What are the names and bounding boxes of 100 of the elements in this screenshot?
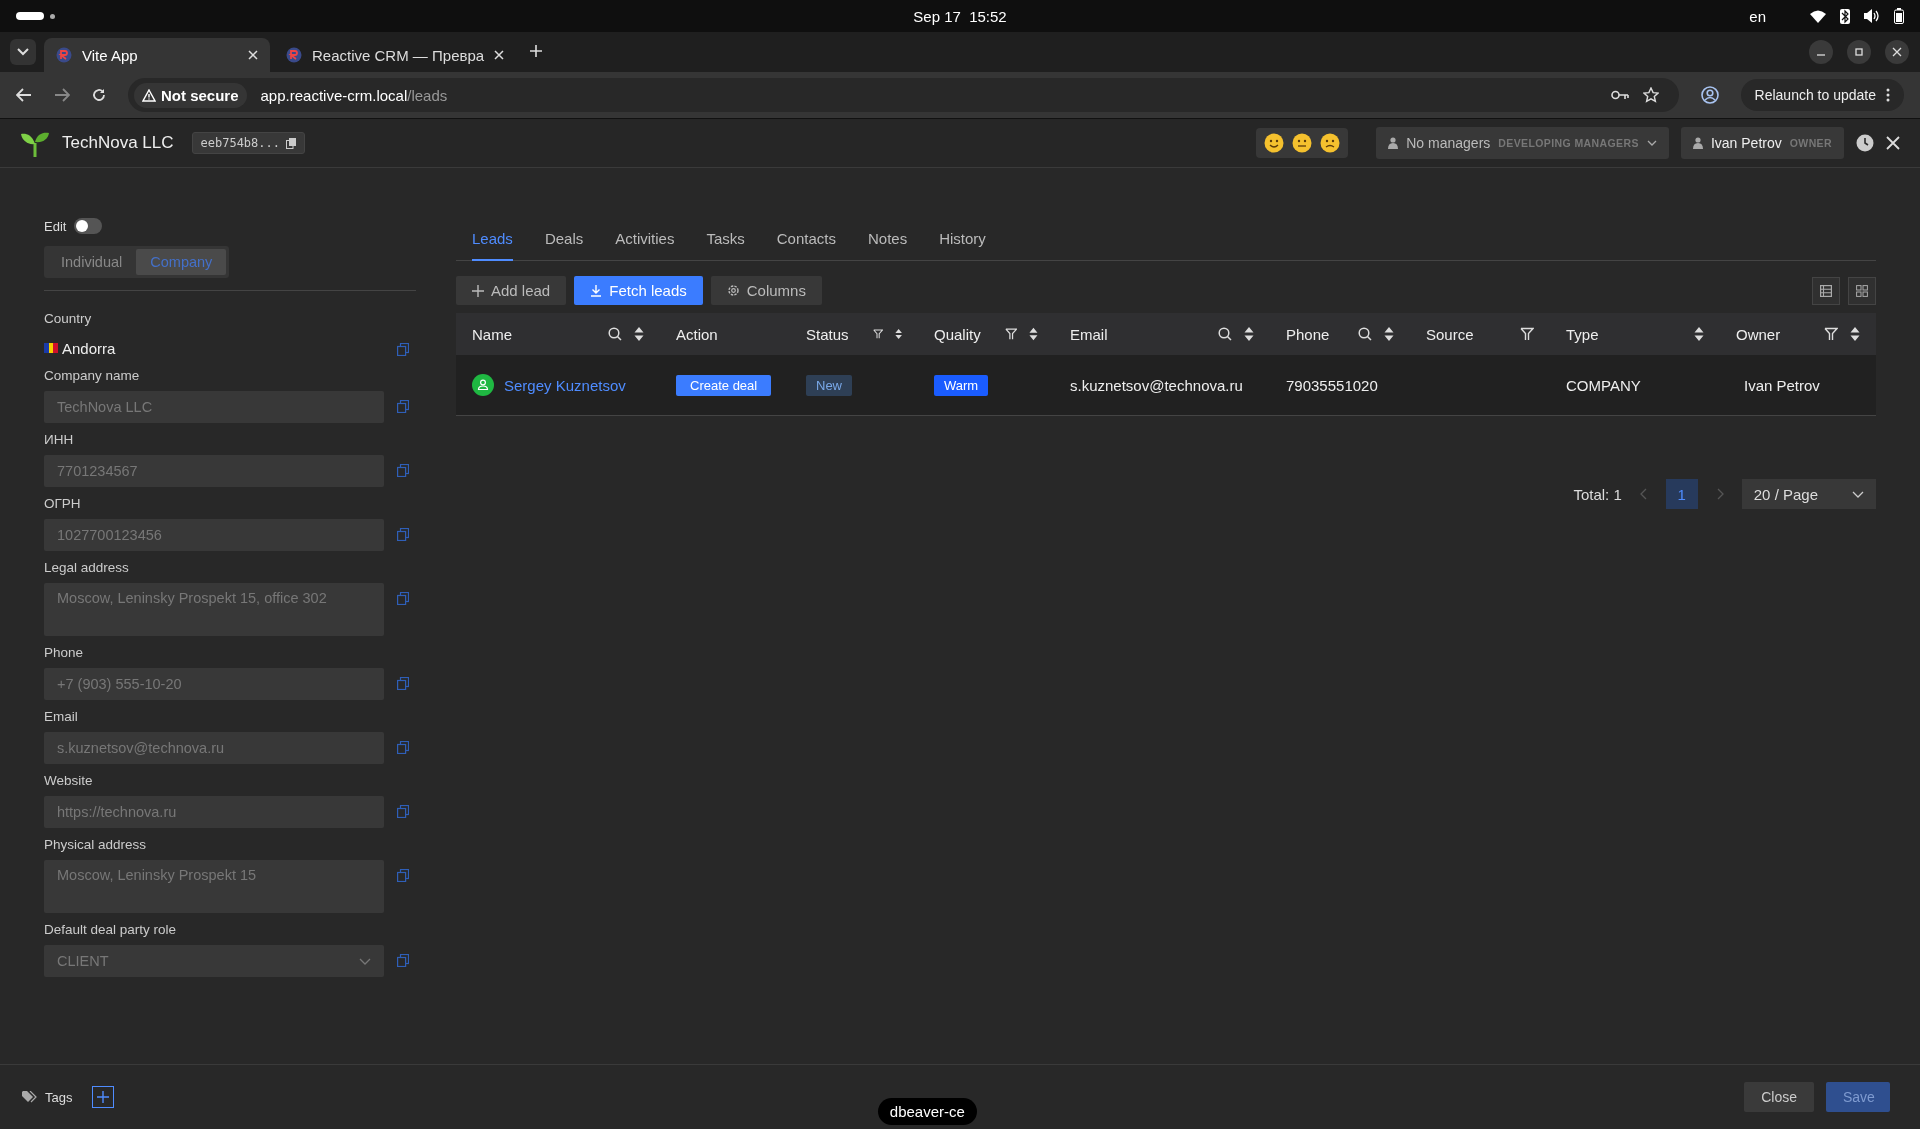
battery-icon[interactable] bbox=[1894, 8, 1904, 24]
field-label: Phone bbox=[44, 645, 85, 660]
language-indicator[interactable]: en bbox=[1749, 7, 1766, 25]
tab[interactable]: History bbox=[939, 220, 986, 261]
add-button[interactable]: Add lead bbox=[456, 276, 567, 305]
address-bar[interactable]: Not secure app.reactive-crm.local/leads bbox=[128, 78, 1679, 112]
search-icon[interactable] bbox=[608, 327, 622, 341]
sort-icon[interactable] bbox=[894, 327, 902, 341]
field-label: Website bbox=[44, 773, 94, 788]
back-icon[interactable] bbox=[16, 88, 32, 102]
sort-icon[interactable] bbox=[1244, 327, 1254, 341]
volume-icon[interactable] bbox=[1864, 9, 1880, 23]
field-label: Email bbox=[44, 709, 79, 724]
sort-icon[interactable] bbox=[1850, 327, 1860, 341]
caret-icon[interactable] bbox=[1852, 490, 1864, 498]
owner-chip[interactable]: Ivan Petrov OWNER bbox=[1680, 127, 1844, 159]
table-cell-text: s.kuznetsov@technova.ru bbox=[1069, 375, 1244, 396]
maximize-icon[interactable] bbox=[1854, 47, 1864, 57]
caret-icon[interactable] bbox=[1646, 140, 1657, 146]
workspace-indicator[interactable] bbox=[16, 12, 44, 20]
columns-button[interactable]: Columns bbox=[710, 276, 822, 305]
user-avatar-icon bbox=[472, 374, 494, 396]
field-label: Physical address bbox=[44, 837, 148, 852]
bluetooth-icon[interactable] bbox=[1840, 8, 1850, 24]
list-view-icon[interactable] bbox=[1820, 284, 1832, 297]
page-size-select[interactable]: 20 / Page bbox=[1741, 479, 1876, 509]
more-icon[interactable] bbox=[1886, 88, 1890, 102]
field-label: Default deal party role bbox=[44, 922, 178, 937]
edit-toggle[interactable] bbox=[74, 218, 103, 234]
close-tab-icon[interactable] bbox=[494, 50, 505, 60]
column-header: Email bbox=[1070, 325, 1108, 343]
add-tag-button[interactable] bbox=[92, 1086, 115, 1108]
security-indicator[interactable]: Not secure bbox=[134, 82, 247, 108]
page-button[interactable]: 1 bbox=[1665, 479, 1698, 509]
star-icon[interactable] bbox=[1642, 87, 1659, 103]
party-type-option[interactable]: Individual bbox=[47, 249, 137, 275]
search-icon[interactable] bbox=[1358, 327, 1372, 341]
list-view-button[interactable] bbox=[1812, 276, 1840, 305]
browser-tab[interactable]: Vite App bbox=[44, 38, 270, 72]
download-icon[interactable] bbox=[590, 284, 603, 297]
id-chip[interactable]: eeb754b8... bbox=[191, 132, 305, 154]
tab[interactable]: Contacts bbox=[776, 220, 836, 261]
column-header: Type bbox=[1566, 325, 1599, 343]
grid-view-icon[interactable] bbox=[1856, 284, 1868, 297]
sort-icon[interactable] bbox=[1384, 327, 1394, 341]
total-count: Total: 1 bbox=[1573, 485, 1622, 503]
search-icon[interactable] bbox=[1218, 327, 1232, 341]
warning-icon[interactable] bbox=[142, 88, 156, 102]
chevron-down-icon[interactable] bbox=[17, 48, 29, 56]
profile-icon[interactable] bbox=[1700, 86, 1719, 104]
clock-icon[interactable] bbox=[1856, 134, 1874, 152]
tab[interactable]: Tasks bbox=[706, 220, 745, 261]
workspace-dot[interactable] bbox=[50, 13, 55, 19]
tab[interactable]: Leads bbox=[472, 220, 513, 261]
close-button[interactable]: Close bbox=[1744, 1082, 1814, 1112]
close-icon[interactable] bbox=[1886, 136, 1900, 150]
sad-face-icon[interactable] bbox=[1320, 133, 1341, 153]
filter-icon[interactable] bbox=[872, 327, 883, 341]
neutral-face-icon[interactable] bbox=[1292, 133, 1313, 153]
browser-tab[interactable]: Reactive CRM — Превра bbox=[274, 38, 517, 72]
fetch-button[interactable]: Fetch leads bbox=[574, 276, 703, 305]
sort-icon[interactable] bbox=[634, 327, 644, 341]
close-tab-icon[interactable] bbox=[248, 50, 258, 60]
field-label: ОГРН bbox=[44, 496, 82, 511]
gear-icon[interactable] bbox=[726, 284, 740, 297]
quality-tag: Warm bbox=[934, 374, 989, 396]
field-label: Country bbox=[44, 311, 93, 326]
key-icon[interactable] bbox=[1610, 90, 1629, 100]
managers-dropdown[interactable]: No managers DEVELOPING MANAGERS bbox=[1376, 127, 1669, 159]
filter-icon[interactable] bbox=[1004, 327, 1018, 341]
create-deal-button[interactable]: Create deal bbox=[676, 374, 772, 396]
forward-icon[interactable] bbox=[54, 88, 70, 102]
favicon-icon bbox=[56, 47, 72, 63]
tooltip: dbeaver-ce bbox=[877, 1098, 977, 1125]
grid-view-button[interactable] bbox=[1848, 276, 1876, 305]
column-header: Action bbox=[676, 325, 718, 343]
tab[interactable]: Activities bbox=[615, 220, 675, 261]
column-header: Source bbox=[1426, 325, 1474, 343]
tab-list-button[interactable] bbox=[10, 39, 36, 65]
sort-icon[interactable] bbox=[1694, 327, 1704, 341]
maximize-button[interactable] bbox=[1847, 40, 1871, 64]
plus-icon[interactable] bbox=[472, 284, 484, 297]
tag-icon bbox=[22, 1091, 37, 1103]
tab[interactable]: Notes bbox=[867, 220, 908, 261]
status-tag: New bbox=[806, 374, 852, 396]
minimize-button[interactable] bbox=[1809, 40, 1833, 64]
smiling-face-icon[interactable] bbox=[1264, 133, 1285, 153]
close-window-button[interactable] bbox=[1885, 40, 1909, 64]
filter-icon[interactable] bbox=[1824, 327, 1838, 341]
tab[interactable]: Deals bbox=[544, 220, 584, 261]
sort-icon[interactable] bbox=[1029, 327, 1038, 341]
filter-icon[interactable] bbox=[1520, 327, 1534, 341]
wifi-icon[interactable] bbox=[1810, 9, 1826, 23]
relaunch-button[interactable]: Relaunch to update bbox=[1740, 79, 1904, 111]
copy-icon[interactable] bbox=[286, 137, 296, 149]
reload-icon[interactable] bbox=[92, 88, 106, 102]
close-icon[interactable] bbox=[1892, 47, 1902, 57]
lead-name-link[interactable]: Sergey Kuznetsov bbox=[504, 376, 626, 394]
clock[interactable]: Sep 17 15:52 bbox=[913, 7, 1007, 25]
table-cell-text: 79035551020 bbox=[1285, 375, 1379, 396]
